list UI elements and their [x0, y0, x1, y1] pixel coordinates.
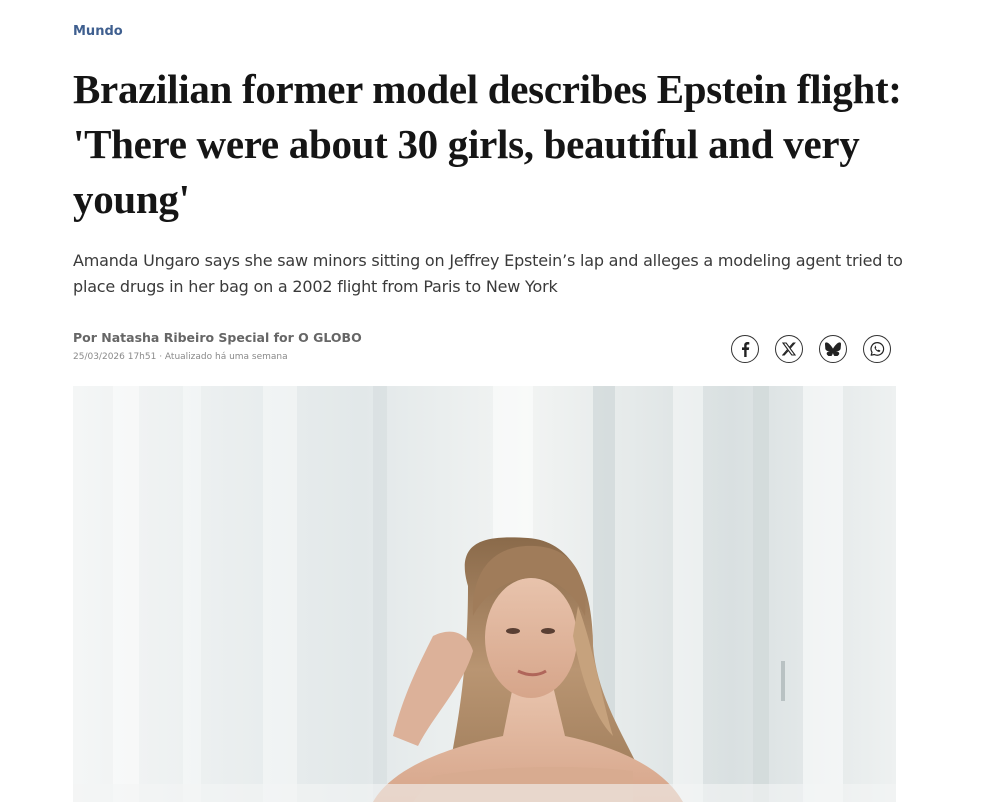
- article-subtitle: Amanda Ungaro says she saw minors sittin…: [73, 251, 903, 296]
- x-share-button[interactable]: [775, 335, 803, 363]
- x-icon: [782, 342, 796, 356]
- article-hero-photo: [73, 386, 896, 802]
- dateline: 25/03/2026 17h51 · Atualizado há uma sem…: [73, 352, 288, 362]
- section-link[interactable]: Mundo: [73, 24, 123, 39]
- byline: Por Natasha Ribeiro Special for O GLOBO: [73, 330, 362, 345]
- article-headline: Brazilian former model describes Epstein…: [73, 66, 902, 222]
- whatsapp-icon: [870, 342, 885, 356]
- bluesky-share-button[interactable]: [819, 335, 847, 363]
- facebook-icon: [742, 342, 750, 357]
- whatsapp-share-button[interactable]: [863, 335, 891, 363]
- facebook-share-button[interactable]: [731, 335, 759, 363]
- share-bar: [731, 335, 891, 363]
- portrait-image: [73, 386, 896, 802]
- bluesky-icon: [825, 342, 841, 356]
